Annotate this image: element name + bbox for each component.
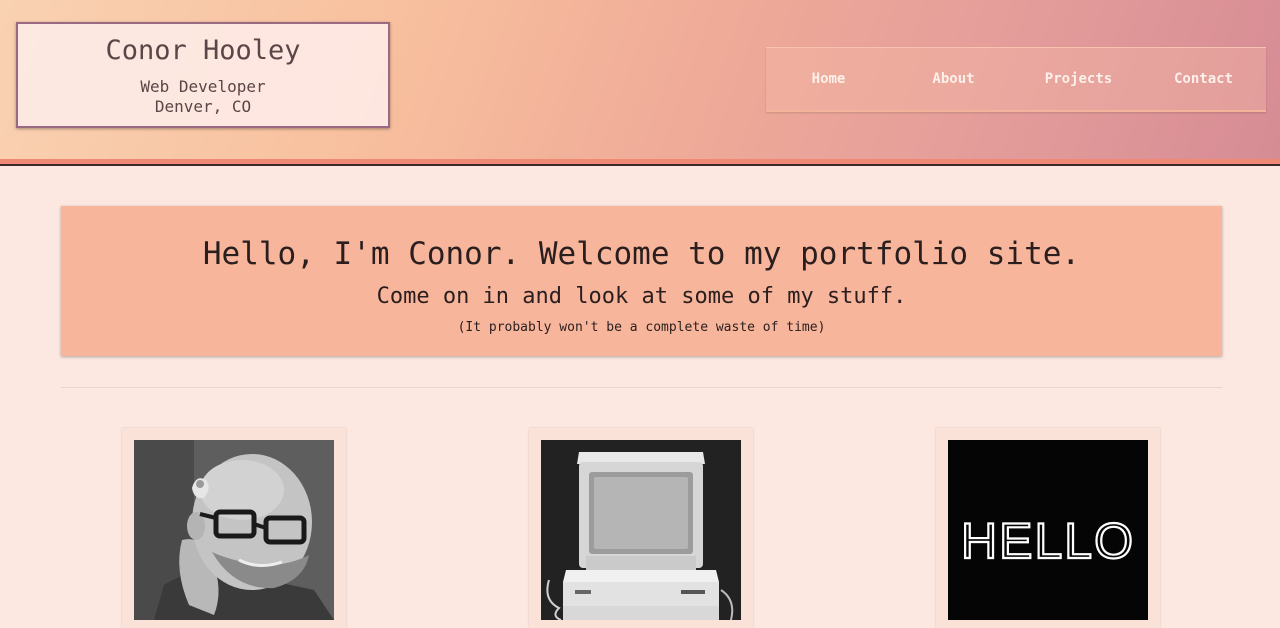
- computer-photo[interactable]: [541, 440, 741, 620]
- hello-card[interactable]: HELLO: [936, 428, 1160, 628]
- nav-about-link[interactable]: About: [891, 48, 1016, 110]
- main-nav: Home About Projects Contact: [766, 47, 1266, 112]
- location: Denver, CO: [154, 97, 252, 116]
- nav-home-link[interactable]: Home: [766, 48, 891, 110]
- portrait-photo[interactable]: [134, 440, 334, 620]
- hello-neon-image: HELLO: [948, 440, 1148, 620]
- job-title: Web Developer: [140, 77, 266, 96]
- welcome-subheadline: Come on in and look at some of my stuff.: [376, 284, 907, 309]
- welcome-note: (It probably won't be a complete waste o…: [457, 320, 826, 335]
- computer-card[interactable]: [529, 428, 753, 628]
- site-header: Conor Hooley Web Developer Denver, CO Ho…: [0, 0, 1280, 164]
- hello-text: HELLO: [961, 513, 1135, 569]
- name-card: Conor Hooley Web Developer Denver, CO: [16, 22, 390, 128]
- welcome-banner: Hello, I'm Conor. Welcome to my portfoli…: [61, 206, 1222, 356]
- nav-contact-link[interactable]: Contact: [1141, 48, 1266, 110]
- portrait-card[interactable]: [122, 428, 346, 628]
- nav-projects-link[interactable]: Projects: [1016, 48, 1141, 110]
- hello-neon-photo[interactable]: HELLO: [948, 440, 1148, 620]
- site-owner-name: Conor Hooley: [105, 35, 301, 66]
- section-divider: [61, 387, 1222, 388]
- portrait-image: [134, 440, 334, 620]
- welcome-headline: Hello, I'm Conor. Welcome to my portfoli…: [202, 236, 1081, 272]
- computer-image: [541, 440, 741, 620]
